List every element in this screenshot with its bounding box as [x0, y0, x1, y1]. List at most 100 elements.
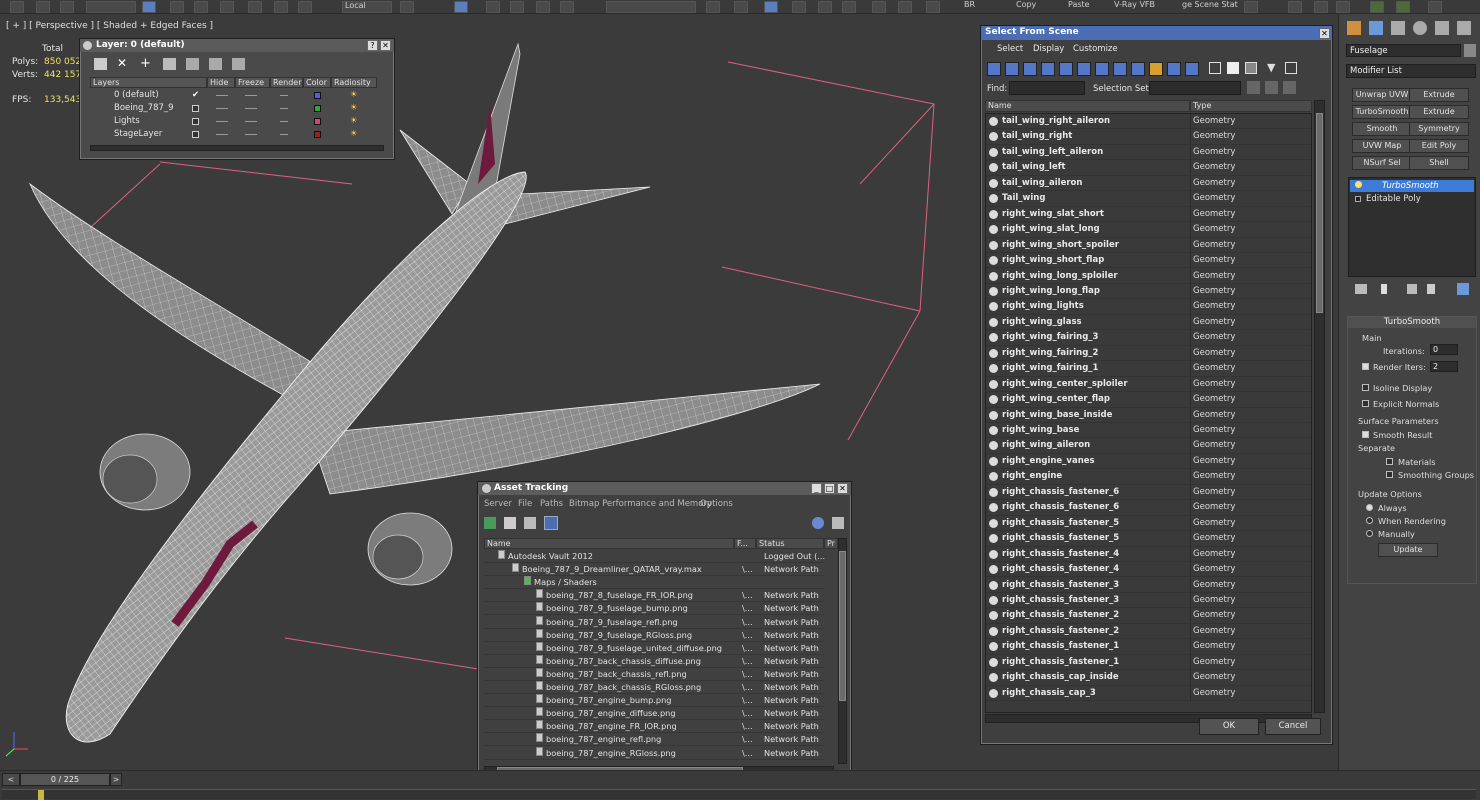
selection-set-icon-c[interactable] [1283, 81, 1296, 94]
scene-list-item[interactable]: right_chassis_fastener_2 Geometry [986, 623, 1311, 640]
motion-tab-icon[interactable] [1413, 21, 1427, 35]
stack-item-turbosmooth[interactable]: TurboSmooth [1350, 180, 1474, 192]
select-invert-icon[interactable] [1245, 62, 1257, 74]
asset-vertical-scrollbar[interactable] [838, 538, 847, 764]
always-radio[interactable] [1366, 504, 1373, 511]
scene-list-item[interactable]: right_wing_base_inside Geometry [986, 407, 1311, 423]
object-name-field[interactable]: Fuselage [1346, 44, 1461, 57]
stack-item-editable-poly[interactable]: Editable Poly [1350, 193, 1474, 205]
asset-row[interactable]: boeing_787_9_fuselage_bump.png \... Networ… [484, 602, 824, 616]
smooth-result-checkbox[interactable] [1362, 431, 1369, 438]
ok-button[interactable]: OK [1199, 718, 1259, 735]
radiosity-icon[interactable]: ☀ [350, 89, 358, 102]
hide-toggle[interactable] [216, 134, 228, 135]
asset-status-header[interactable]: Status [756, 538, 824, 549]
layer-window-title[interactable]: Layer: 0 (default) [80, 39, 394, 52]
utilities-tab-icon[interactable] [1457, 21, 1471, 35]
asset-f-header[interactable]: F... [734, 538, 756, 549]
frame-ruler[interactable] [2, 789, 1476, 800]
toolbar-paste-label[interactable]: Paste [1068, 0, 1090, 9]
iterations-spinner[interactable]: 0 [1430, 344, 1458, 355]
asset-row[interactable]: Maps / Shaders [484, 576, 824, 590]
select-scale-icon[interactable] [298, 1, 312, 13]
menu-display[interactable]: Display [1033, 44, 1064, 54]
angle-snap-icon[interactable] [510, 1, 524, 13]
radiosity-icon[interactable]: ☀ [350, 115, 358, 128]
select-move-icon[interactable] [248, 1, 262, 13]
window-crossing-icon[interactable] [220, 1, 234, 13]
render-iters-checkbox[interactable] [1362, 363, 1369, 370]
create-tab-icon[interactable] [1347, 21, 1361, 35]
percent-snap-icon[interactable] [536, 1, 550, 13]
scene-list-item[interactable]: right_wing_aileron Geometry [986, 438, 1311, 454]
unlink-icon[interactable] [36, 1, 50, 13]
delete-layer-icon[interactable]: ✕ [117, 57, 130, 70]
render-setup-icon[interactable] [898, 1, 912, 13]
display-tab-icon[interactable] [1435, 21, 1449, 35]
scene-list-item[interactable]: tail_wing_left_aileron Geometry [986, 144, 1311, 161]
timeline-prev-button[interactable]: < [2, 773, 20, 786]
toolbar-copy-label[interactable]: Copy [1016, 0, 1036, 9]
scene-list-item[interactable]: tail_wing_aileron Geometry [986, 175, 1311, 192]
layer-manager-icon[interactable] [764, 1, 778, 13]
asset-row[interactable]: boeing_787_9_fuselage_united_diffuse.png… [484, 641, 824, 655]
asset-pr-header[interactable]: Pr [824, 538, 838, 549]
align-icon[interactable] [734, 1, 748, 13]
show-end-result-icon[interactable] [1381, 284, 1387, 294]
cancel-button[interactable]: Cancel [1265, 718, 1321, 735]
scene-list-item[interactable]: right_chassis_cap_3 Geometry [986, 685, 1311, 702]
tool-icon-c[interactable] [1336, 1, 1350, 13]
select-by-name-icon[interactable] [170, 1, 184, 13]
layer-help-button[interactable]: ? [367, 40, 378, 51]
layer-color-swatch[interactable] [314, 92, 321, 99]
modifier-stack[interactable]: TurboSmooth Editable Poly [1348, 177, 1476, 277]
scene-list-item[interactable]: right_engine_vanes Geometry [986, 453, 1311, 470]
scene-list-item[interactable]: right_wing_center_sploiler Geometry [986, 376, 1311, 393]
asset-row[interactable]: Autodesk Vault 2012 Logged Out (... [484, 550, 825, 563]
asset-menu-file[interactable]: File [518, 499, 532, 509]
scene-list-item[interactable]: right_wing_fairing_2 Geometry [986, 345, 1311, 362]
asset-menu-server[interactable]: Server [484, 499, 512, 509]
ref-coord-dropdown[interactable]: Local [342, 1, 392, 13]
menu-customize[interactable]: Customize [1073, 44, 1118, 54]
selection-filter-dropdown[interactable] [86, 1, 136, 13]
scene-list-item[interactable]: right_wing_long_flap Geometry [986, 283, 1311, 300]
asset-name-header[interactable]: Name [484, 538, 734, 549]
color-column-header[interactable]: Color [303, 77, 331, 88]
display-spacewarps-icon[interactable] [1077, 62, 1091, 76]
layer-color-swatch[interactable] [314, 131, 321, 138]
layer-color-swatch[interactable] [314, 118, 321, 125]
scene-list-item[interactable]: right_wing_slat_long Geometry [986, 222, 1311, 238]
render-toggle[interactable] [280, 121, 288, 122]
layer-row-stage[interactable]: StageLayer ☀ [92, 128, 382, 141]
display-cameras-icon[interactable] [1041, 62, 1055, 76]
table-view-icon[interactable] [524, 517, 536, 529]
update-button[interactable]: Update [1378, 543, 1438, 557]
scene-list-item[interactable]: right_chassis_fastener_4 Geometry [986, 562, 1311, 578]
radiosity-column-header[interactable]: Radiosity [331, 77, 377, 88]
bulb-icon[interactable] [1355, 181, 1362, 188]
display-geometry-icon[interactable] [987, 62, 1001, 76]
graphite-icon[interactable] [792, 1, 806, 13]
freeze-toggle[interactable] [245, 108, 257, 109]
asset-row[interactable]: boeing_787_9_fuselage_RGloss.png \... Netw… [484, 628, 824, 642]
display-helpers-icon[interactable] [1059, 62, 1073, 76]
select-manipulate-icon[interactable] [454, 1, 468, 13]
when-rendering-radio[interactable] [1366, 517, 1373, 524]
make-unique-icon[interactable] [1407, 284, 1417, 294]
select-from-scene-window[interactable]: Select From Scene ✕ Select Display Custo… [980, 25, 1333, 745]
unwrap-uvw-button[interactable]: Unwrap UVW [1352, 88, 1412, 102]
scene-list-item[interactable]: right_chassis_fastener_1 Geometry [986, 639, 1311, 655]
render-frame-icon[interactable] [926, 1, 940, 13]
scene-list-item[interactable]: right_wing_center_flap Geometry [986, 392, 1311, 408]
toolbar-scene-stat-label[interactable]: ge Scene Stat [1182, 0, 1238, 9]
select-rotate-icon[interactable] [274, 1, 288, 13]
isoline-display-checkbox[interactable] [1362, 384, 1369, 391]
menu-select[interactable]: Select [997, 44, 1023, 54]
scene-list-item[interactable]: right_wing_slat_short Geometry [986, 206, 1311, 223]
hide-column-header[interactable]: Hide [207, 77, 235, 88]
layers-column-header[interactable]: Layers [90, 77, 207, 88]
extrude-button-a[interactable]: Extrude [1409, 88, 1469, 102]
help-icon[interactable] [812, 517, 824, 529]
layer-current-checkbox[interactable] [192, 118, 199, 125]
